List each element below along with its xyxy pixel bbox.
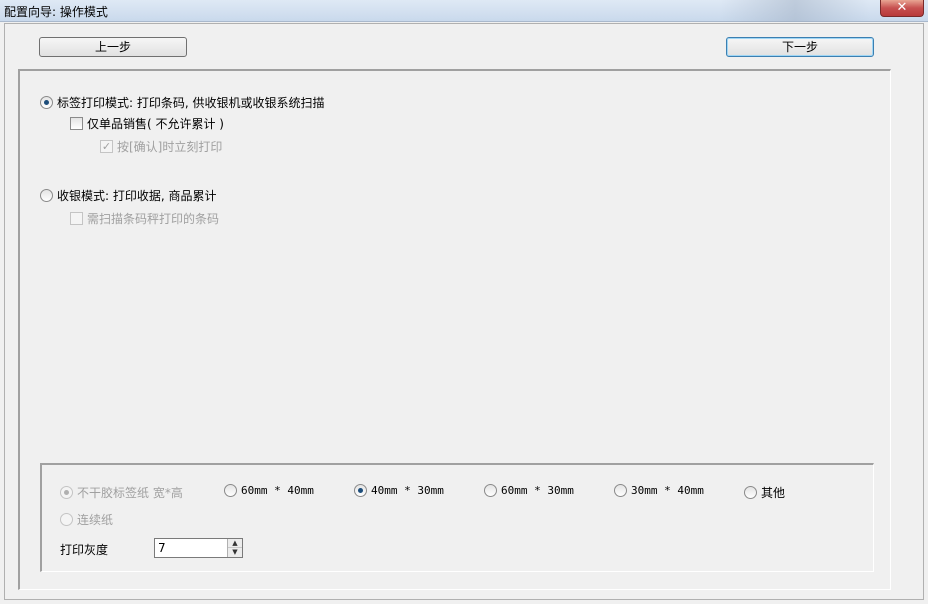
size-60x30-label: 60mm * 30mm (501, 484, 574, 497)
paper-option-60x30[interactable]: 60mm * 30mm (484, 484, 574, 497)
paper-option-30x40[interactable]: 30mm * 40mm (614, 484, 704, 497)
spin-down-arrow-icon[interactable]: ▼ (228, 548, 242, 557)
size-30x40-label: 30mm * 40mm (631, 484, 704, 497)
single-item-label: 仅单品销售( 不允许累计 ) (87, 117, 224, 131)
size-40x30-radio[interactable] (354, 484, 367, 497)
confirm-print-option: ✓ 按[确认]时立刻打印 (100, 138, 222, 155)
next-step-button[interactable]: 下一步 (726, 37, 874, 57)
paper-option-label-paper: 不干胶标签纸 宽*高 (60, 484, 183, 501)
continuous-paper-option: 连续纸 (60, 511, 113, 528)
cash-mode-radio[interactable] (40, 189, 53, 202)
scan-barcode-checkbox (70, 212, 83, 225)
prev-step-button[interactable]: 上一步 (39, 37, 187, 57)
window-title: 配置向导: 操作模式 (4, 5, 108, 19)
size-other-label: 其他 (761, 486, 786, 500)
label-mode-radio[interactable] (40, 96, 53, 109)
continuous-paper-radio (60, 513, 73, 526)
size-60x40-label: 60mm * 40mm (241, 484, 314, 497)
label-mode-label: 标签打印模式: 打印条码, 供收银机或收银系统扫描 (57, 96, 325, 110)
cash-mode-option[interactable]: 收银模式: 打印收据, 商品累计 (40, 187, 217, 204)
title-bar: 配置向导: 操作模式 ✕ (0, 0, 928, 22)
print-gray-value[interactable]: 7 (158, 541, 166, 555)
cash-mode-label: 收银模式: 打印收据, 商品累计 (57, 189, 217, 203)
size-30x40-radio[interactable] (614, 484, 627, 497)
print-gray-spinbox[interactable]: 7 ▲ ▼ (154, 538, 243, 558)
label-paper-radio (60, 486, 73, 499)
continuous-paper-label: 连续纸 (77, 513, 114, 527)
size-other-radio[interactable] (744, 486, 757, 499)
confirm-print-checkbox: ✓ (100, 140, 113, 153)
single-item-checkbox[interactable] (70, 117, 83, 130)
scan-barcode-label: 需扫描条码秤打印的条码 (87, 212, 220, 226)
spin-buttons: ▲ ▼ (227, 539, 242, 557)
label-paper-label: 不干胶标签纸 宽*高 (77, 486, 183, 500)
close-button[interactable]: ✕ (880, 0, 924, 17)
paper-option-40x30[interactable]: 40mm * 30mm (354, 484, 444, 497)
single-item-option[interactable]: 仅单品销售( 不允许累计 ) (70, 115, 224, 132)
size-40x30-label: 40mm * 30mm (371, 484, 444, 497)
paper-option-60x40[interactable]: 60mm * 40mm (224, 484, 314, 497)
scan-barcode-option: 需扫描条码秤打印的条码 (70, 210, 219, 227)
size-60x40-radio[interactable] (224, 484, 237, 497)
paper-option-other[interactable]: 其他 (744, 484, 785, 501)
label-mode-option[interactable]: 标签打印模式: 打印条码, 供收银机或收银系统扫描 (40, 94, 325, 111)
title-bar-shadow (720, 0, 870, 22)
print-gray-label: 打印灰度 (60, 543, 109, 557)
size-60x30-radio[interactable] (484, 484, 497, 497)
confirm-print-label: 按[确认]时立刻打印 (117, 140, 223, 154)
spin-up-arrow-icon[interactable]: ▲ (228, 539, 242, 548)
